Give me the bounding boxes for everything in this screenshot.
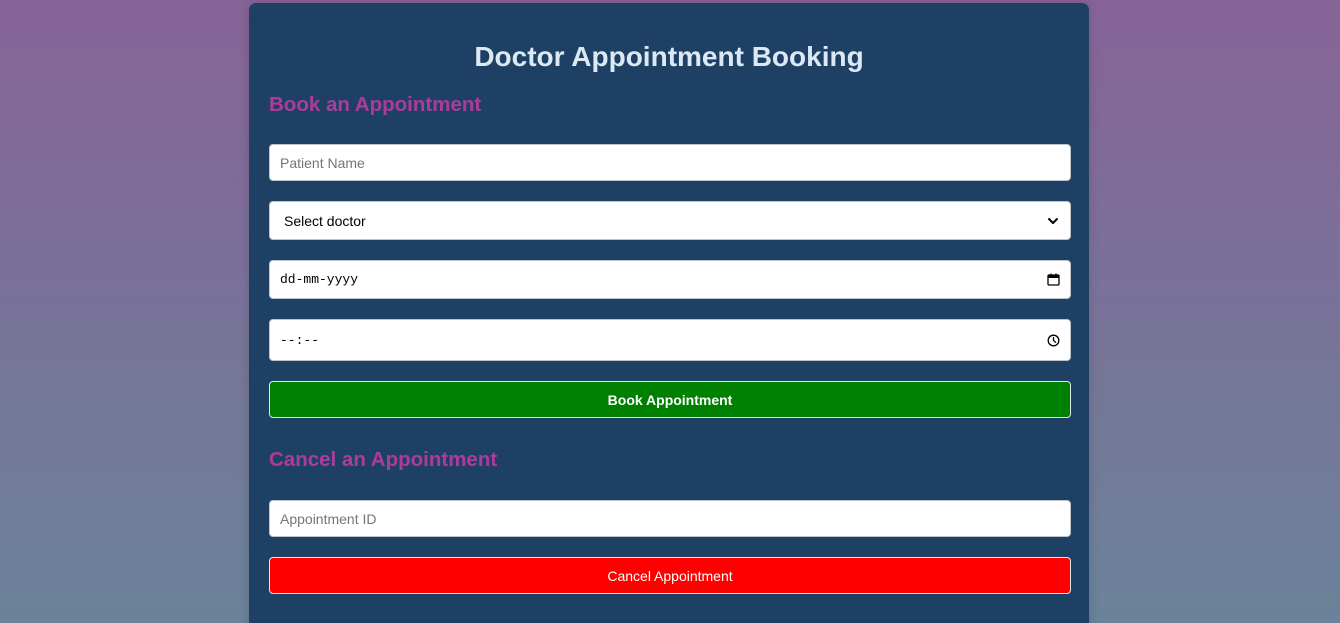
clock-icon[interactable] bbox=[1046, 333, 1060, 347]
page-title: Doctor Appointment Booking bbox=[474, 41, 864, 72]
appointment-time-input[interactable]: --:-- bbox=[269, 319, 1071, 361]
doctor-select[interactable]: Select doctor bbox=[269, 201, 1071, 240]
appointment-date-input[interactable]: dd-mm-yyyy bbox=[269, 260, 1071, 299]
patient-name-placeholder: Patient Name bbox=[280, 154, 365, 171]
patient-name-input[interactable]: Patient Name bbox=[269, 144, 1071, 181]
book-appointment-button[interactable]: Book Appointment bbox=[269, 381, 1071, 418]
cancel-appointment-button[interactable]: Cancel Appointment bbox=[269, 557, 1071, 594]
cancel-section-heading: Cancel an Appointment bbox=[269, 448, 498, 471]
booking-card: Doctor Appointment Booking Book an Appoi… bbox=[249, 3, 1089, 623]
chevron-down-icon bbox=[1046, 214, 1060, 228]
date-input-value: dd-mm-yyyy bbox=[280, 272, 359, 287]
book-section-heading: Book an Appointment bbox=[269, 93, 482, 116]
doctor-select-value: Select doctor bbox=[284, 212, 366, 229]
time-input-value: --:-- bbox=[280, 332, 320, 348]
calendar-icon[interactable] bbox=[1046, 273, 1060, 287]
appointment-id-placeholder: Appointment ID bbox=[280, 510, 377, 527]
appointment-id-input[interactable]: Appointment ID bbox=[269, 500, 1071, 537]
